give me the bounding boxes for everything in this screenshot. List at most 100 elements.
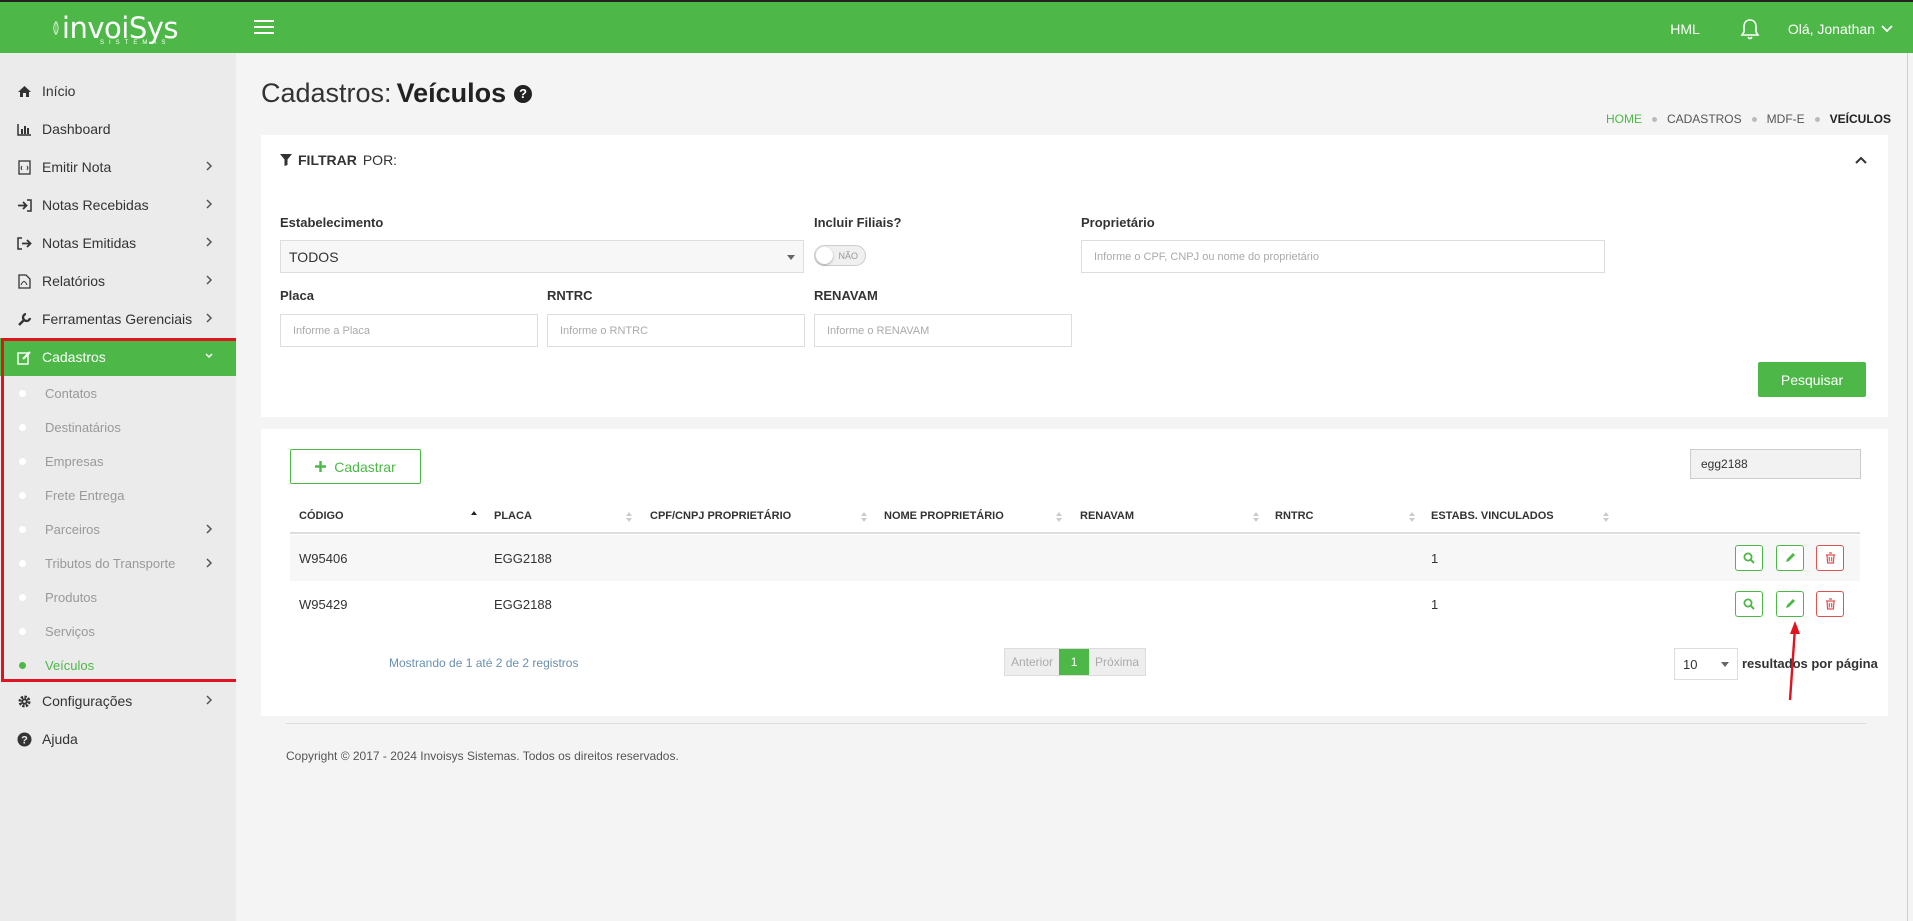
bell-icon[interactable]: [1740, 18, 1760, 40]
caret-down-icon: [1721, 662, 1729, 667]
sort-icon[interactable]: [860, 511, 868, 523]
sidebar-subitem-tributos-transporte[interactable]: Tributos do Transporte: [0, 546, 236, 580]
user-menu[interactable]: Olá, Jonathan: [1788, 21, 1893, 37]
sidebar-subitem-label: Destinatários: [45, 419, 121, 435]
sidebar-item-configuracoes[interactable]: Configurações: [0, 682, 236, 720]
sidebar-item-label: Ferramentas Gerenciais: [42, 311, 193, 327]
sidebar-item-ferramentas-gerenciais[interactable]: Ferramentas Gerenciais: [0, 300, 236, 338]
user-greeting: Olá, Jonathan: [1787, 20, 1875, 37]
chevron-right-icon: [206, 524, 213, 534]
placa-input[interactable]: Informe a Placa: [280, 314, 538, 347]
toggle-knob: [816, 247, 833, 264]
column-header-estabs[interactable]: ESTABS. VINCULADOS: [1431, 500, 1554, 532]
delete-button[interactable]: [1816, 545, 1844, 571]
estabelecimento-select[interactable]: TODOS: [280, 240, 804, 273]
sidebar-item-notas-emitidas[interactable]: Notas Emitidas: [0, 224, 236, 262]
column-header-nome[interactable]: NOME PROPRIETÁRIO: [884, 500, 1004, 532]
table-header: CÓDIGO PLACA CPF/CNPJ PROPRIETÁRIO NOME …: [290, 500, 1860, 534]
placa-label: Placa: [280, 288, 314, 303]
sidebar-subitem-label: Contatos: [45, 385, 98, 401]
sidebar-subitem-label: Tributos do Transporte: [45, 555, 176, 571]
incluir-filiais-toggle[interactable]: NÃO: [814, 245, 866, 266]
column-header-codigo[interactable]: CÓDIGO: [299, 500, 344, 532]
cell-placa: EGG2188: [494, 596, 552, 612]
sidebar-subitem-label: Veículos: [45, 657, 95, 673]
proprietario-label: Proprietário: [1081, 215, 1155, 230]
leaf-icon: [53, 20, 59, 36]
home-icon: [16, 83, 32, 99]
pagination-next[interactable]: Próxima: [1089, 649, 1146, 675]
wrench-icon: [16, 311, 32, 327]
sidebar-item-relatorios[interactable]: Relatórios: [0, 262, 236, 300]
sidebar-item-label: Notas Recebidas: [42, 197, 149, 213]
bullet-icon: [19, 628, 26, 635]
proprietario-input[interactable]: Informe o CPF, CNPJ ou nome do proprietá…: [1081, 240, 1605, 273]
renavam-label: RENAVAM: [814, 288, 878, 303]
rntrc-input[interactable]: Informe o RNTRC: [547, 314, 805, 347]
sidebar-subitem-empresas[interactable]: Empresas: [0, 444, 236, 478]
scrollbar[interactable]: [1907, 53, 1913, 921]
sidebar-subitem-produtos[interactable]: Produtos: [0, 580, 236, 614]
sort-icon[interactable]: [1408, 511, 1416, 523]
cell-estabs: 1: [1431, 596, 1439, 612]
sidebar-item-emitir-nota[interactable]: Emitir Nota: [0, 148, 236, 186]
sort-icon[interactable]: [625, 511, 633, 523]
sidebar-subitem-frete-entrega[interactable]: Frete Entrega: [0, 478, 236, 512]
sidebar-item-dashboard[interactable]: Dashboard: [0, 110, 236, 148]
rntrc-label: RNTRC: [547, 288, 593, 303]
view-button[interactable]: [1735, 545, 1763, 571]
cell-codigo: W95429: [299, 596, 348, 612]
sidebar-item-label: Emitir Nota: [42, 159, 112, 175]
breadcrumb-home[interactable]: HOME: [1606, 112, 1642, 126]
column-header-cpf-cnpj[interactable]: CPF/CNPJ PROPRIETÁRIO: [650, 500, 791, 532]
file-pdf-icon: [16, 273, 32, 289]
sidebar-item-label: Início: [42, 83, 76, 99]
chevron-up-icon[interactable]: [1854, 155, 1868, 165]
add-vehicle-button[interactable]: Cadastrar: [290, 449, 421, 484]
bullet-icon: [19, 594, 26, 601]
edit-button[interactable]: [1776, 591, 1804, 617]
pagination-prev[interactable]: Anterior: [1005, 649, 1060, 675]
sidebar-subitem-parceiros[interactable]: Parceiros: [0, 512, 236, 546]
logo[interactable]: invoiSys SISTEMAS: [52, 6, 179, 50]
column-header-placa[interactable]: PLACA: [494, 500, 532, 532]
sort-asc-icon[interactable]: [470, 510, 478, 522]
sidebar-item-label: Ajuda: [42, 731, 78, 747]
sidebar-subitem-contatos[interactable]: Contatos: [0, 376, 236, 410]
sort-icon[interactable]: [1602, 511, 1610, 523]
menu-toggle-icon[interactable]: [254, 20, 274, 35]
sidebar-item-inicio[interactable]: Início: [0, 72, 236, 110]
sidebar-item-label: Notas Emitidas: [42, 235, 137, 251]
search-button[interactable]: Pesquisar: [1758, 362, 1866, 397]
sidebar-item-notas-recebidas[interactable]: Notas Recebidas: [0, 186, 236, 224]
sort-icon[interactable]: [1055, 511, 1063, 523]
sidebar-item-cadastros[interactable]: Cadastros: [0, 338, 236, 376]
chevron-right-icon: [206, 161, 213, 171]
edit-button[interactable]: [1776, 545, 1804, 571]
renavam-input[interactable]: Informe o RENAVAM: [814, 314, 1072, 347]
pagination-page-1[interactable]: 1: [1059, 649, 1090, 675]
sidebar-subitem-veiculos[interactable]: Veículos: [0, 648, 236, 682]
sidebar-subitem-label: Empresas: [45, 453, 104, 469]
sort-icon[interactable]: [1252, 511, 1260, 523]
delete-button[interactable]: [1816, 591, 1844, 617]
chevron-down-icon: [205, 353, 213, 359]
breadcrumb-cadastros[interactable]: CADASTROS: [1667, 112, 1742, 126]
breadcrumb-mdfe[interactable]: MDF-E: [1767, 112, 1805, 126]
chevron-right-icon: [206, 199, 213, 209]
sidebar-subitem-servicos[interactable]: Serviços: [0, 614, 236, 648]
sidebar-item-ajuda[interactable]: ? Ajuda: [0, 720, 236, 758]
breadcrumb-current: VEÍCULOS: [1829, 112, 1891, 126]
column-header-rntrc[interactable]: RNTRC: [1275, 500, 1314, 532]
incluir-filiais-label: Incluir Filiais?: [814, 215, 902, 230]
view-button[interactable]: [1735, 591, 1763, 617]
per-page-select[interactable]: 10: [1674, 648, 1738, 680]
table-search-input[interactable]: egg2188: [1690, 449, 1861, 479]
bullet-icon: [19, 662, 26, 669]
bullet-icon: [19, 560, 26, 567]
column-header-renavam[interactable]: RENAVAM: [1080, 500, 1134, 532]
sign-out-icon: [16, 235, 32, 251]
sidebar-subitem-destinatarios[interactable]: Destinatários: [0, 410, 236, 444]
question-circle-icon: ?: [16, 731, 32, 747]
help-icon[interactable]: ?: [514, 84, 533, 103]
